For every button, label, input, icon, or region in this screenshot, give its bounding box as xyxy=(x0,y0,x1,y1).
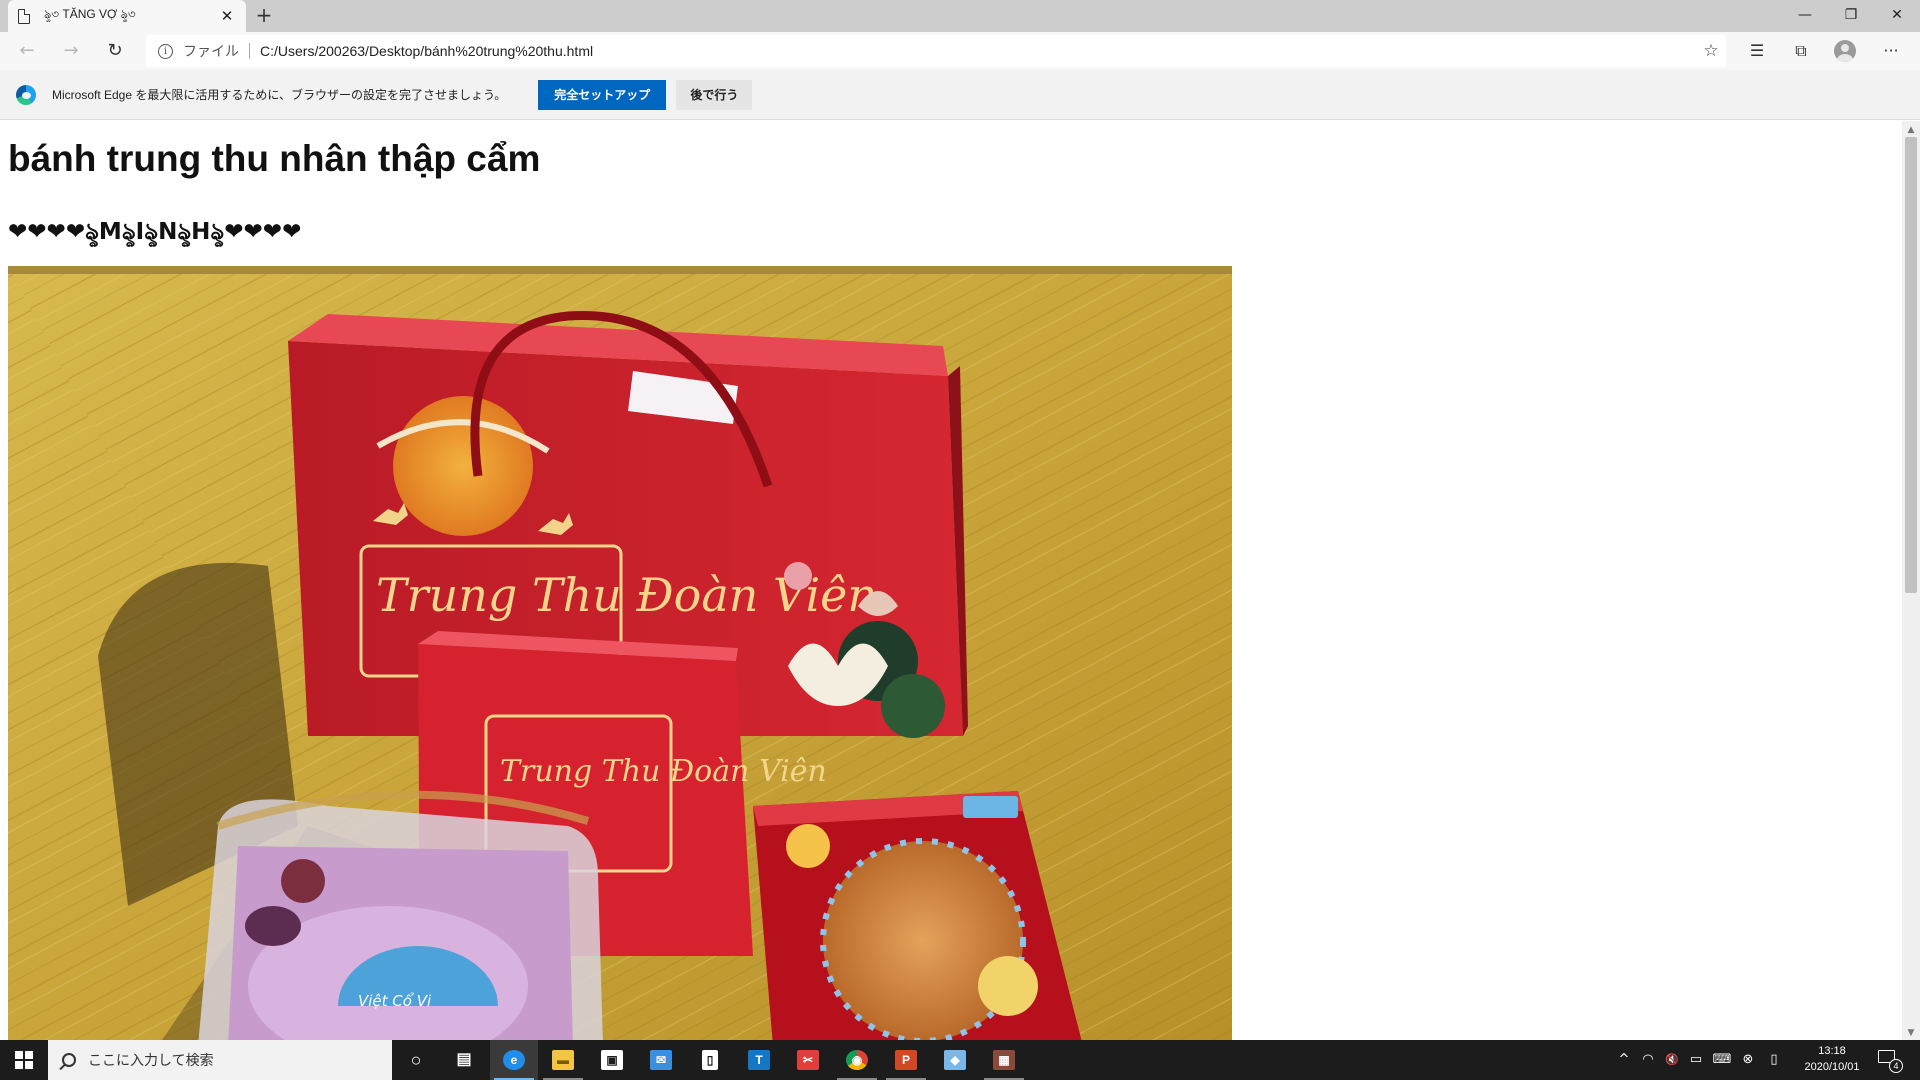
collections-icon[interactable]: ⧉ xyxy=(1786,36,1816,66)
keyboard-icon[interactable]: ⌨ xyxy=(1710,1040,1734,1080)
new-tab-button[interactable]: + xyxy=(252,4,276,28)
later-button[interactable]: 後で行う xyxy=(676,79,753,110)
page-subtitle: ❤❤❤❤ৡMৡIৡNৡHৡ❤❤❤❤ xyxy=(8,219,302,245)
snipping-icon: ✂ xyxy=(797,1050,819,1070)
search-placeholder: ここに入力して検索 xyxy=(88,1052,214,1068)
taskbar-powerpoint[interactable]: P xyxy=(882,1040,930,1080)
mail-icon: ✉ xyxy=(650,1050,672,1070)
add-favorite-icon[interactable]: ☆ xyxy=(1696,41,1726,61)
volume-muted-icon[interactable]: 🔇 xyxy=(1660,1040,1684,1080)
page-title: bánh trung thu nhân thập cẩm xyxy=(8,138,541,179)
tab-close-icon[interactable]: ✕ xyxy=(218,7,236,25)
address-bar[interactable]: i ファイル C:/Users/200263/Desktop/bánh%20tr… xyxy=(146,35,1726,67)
forward-button[interactable]: → xyxy=(56,36,86,66)
search-icon xyxy=(62,1053,76,1067)
folder-icon: ▬ xyxy=(552,1050,574,1070)
scheme-label: ファイル xyxy=(183,43,239,59)
vertical-scrollbar[interactable]: ▲ ▼ xyxy=(1902,121,1920,1040)
settings-menu-icon[interactable]: ··· xyxy=(1876,36,1906,66)
task-view-button[interactable]: ▤ xyxy=(440,1040,488,1080)
taskbar-search[interactable]: ここに入力して検索 xyxy=(48,1040,392,1080)
edge-logo-icon xyxy=(16,84,36,105)
taskbar-store[interactable]: ▣ xyxy=(588,1040,636,1080)
cortana-button[interactable]: ○ xyxy=(392,1040,440,1080)
taskbar-teams[interactable]: T xyxy=(735,1040,783,1080)
taskbar-edge[interactable]: e xyxy=(490,1040,538,1080)
taskbar-doc-app[interactable]: ◆ xyxy=(931,1040,979,1080)
scroll-down-icon[interactable]: ▼ xyxy=(1902,1028,1920,1038)
info-icon[interactable]: i xyxy=(158,43,173,59)
document-app-icon: ◆ xyxy=(944,1050,966,1070)
notepad-icon: ▯ xyxy=(702,1050,718,1070)
taskbar: ここに入力して検索 ○ ▤ e ▬ ▣ ✉ ▯ T ✂ ◉ P ◆ ▦ ^ ◠ … xyxy=(0,1040,1920,1080)
back-button[interactable]: ← xyxy=(12,36,42,66)
address-separator xyxy=(249,43,250,59)
taskbar-file-explorer[interactable]: ▬ xyxy=(539,1040,587,1080)
infobar-message: Microsoft Edge を最大限に活用するために、ブラウザーの設定を完了さ… xyxy=(52,88,507,102)
clock-time: 13:18 xyxy=(1818,1045,1846,1057)
close-window-button[interactable]: ✕ xyxy=(1874,0,1920,32)
tray-label-text: Việt Cổ Vi xyxy=(358,992,432,1010)
powerpoint-icon: P xyxy=(895,1050,917,1070)
tray-chevron-icon[interactable]: ^ xyxy=(1612,1040,1636,1080)
game-app-icon: ▦ xyxy=(993,1050,1015,1070)
task-view-icon: ▤ xyxy=(456,1051,472,1068)
notification-count-badge: 4 xyxy=(1889,1059,1903,1073)
favorites-icon[interactable]: ☰ xyxy=(1742,36,1772,66)
clock-date: 2020/10/01 xyxy=(1804,1061,1860,1073)
battery-icon[interactable]: ▭ xyxy=(1684,1040,1708,1080)
chrome-icon: ◉ xyxy=(846,1050,868,1070)
document-icon xyxy=(18,8,30,24)
start-button[interactable] xyxy=(0,1040,48,1080)
edge-setup-infobar: Microsoft Edge を最大限に活用するために、ブラウザーの設定を完了さ… xyxy=(0,70,1920,120)
taskbar-snipping[interactable]: ✂ xyxy=(784,1040,832,1080)
mooncake-photo: Trung Thu Đoàn Viên Trung Thu Đoàn Viên xyxy=(8,266,1232,1040)
windows-logo-icon xyxy=(15,1051,23,1059)
tab-title: ৡ৩ TĂNG VỢ ৡ৩ xyxy=(44,7,136,21)
browser-tab[interactable]: ৡ৩ TĂNG VỢ ৡ৩ ✕ xyxy=(8,0,246,32)
complete-setup-button[interactable]: 完全セットアップ xyxy=(538,79,667,110)
box-label-text: Trung Thu Đoàn Viên xyxy=(500,754,827,789)
taskbar-game-app[interactable]: ▦ xyxy=(980,1040,1028,1080)
taskbar-notepad[interactable]: ▯ xyxy=(686,1040,734,1080)
note-icon[interactable]: ▯ xyxy=(1762,1040,1786,1080)
minimize-button[interactable]: — xyxy=(1782,0,1828,32)
notification-center-button[interactable]: 4 xyxy=(1878,1048,1903,1073)
teams-icon: T xyxy=(748,1050,770,1070)
ime-icon[interactable]: ⊗ xyxy=(1736,1040,1760,1080)
store-icon: ▣ xyxy=(601,1050,623,1070)
url-text[interactable]: C:/Users/200263/Desktop/bánh%20trung%20t… xyxy=(260,43,1696,59)
taskbar-mail[interactable]: ✉ xyxy=(637,1040,685,1080)
taskbar-clock[interactable]: 13:18 2020/10/01 xyxy=(1792,1043,1872,1075)
refresh-button[interactable]: ↻ xyxy=(100,36,130,66)
edge-icon: e xyxy=(503,1050,525,1070)
page-content: bánh trung thu nhân thập cẩm ❤❤❤❤ৡMৡIৡNৡ… xyxy=(0,121,1902,1040)
cortana-icon: ○ xyxy=(410,1050,422,1070)
title-bar: ৡ৩ TĂNG VỢ ৡ৩ ✕ + — ❐ ✕ xyxy=(0,0,1920,32)
wifi-icon[interactable]: ◠ xyxy=(1636,1040,1660,1080)
browser-toolbar: ← → ↻ i ファイル C:/Users/200263/Desktop/bán… xyxy=(0,32,1920,70)
maximize-button[interactable]: ❐ xyxy=(1828,0,1874,32)
taskbar-chrome[interactable]: ◉ xyxy=(833,1040,881,1080)
profile-avatar-icon[interactable] xyxy=(1834,40,1856,62)
scrollbar-thumb[interactable] xyxy=(1905,137,1917,593)
scroll-up-icon[interactable]: ▲ xyxy=(1902,125,1920,135)
